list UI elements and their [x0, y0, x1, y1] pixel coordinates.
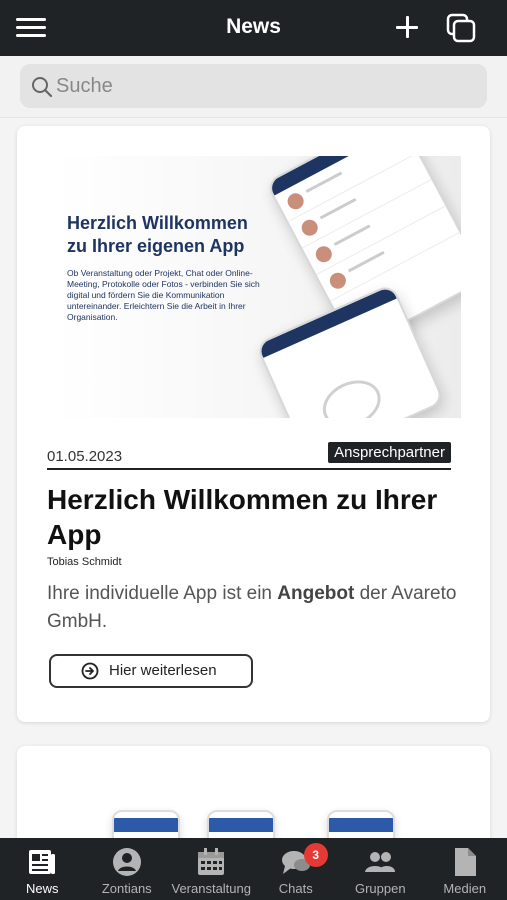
nav-label: Chats	[278, 881, 313, 896]
phone-mockup-image	[112, 810, 180, 838]
group-icon	[365, 852, 396, 872]
nav-item-veranstaltung[interactable]: Veranstaltung	[169, 838, 254, 900]
top-app-bar: News	[0, 0, 507, 56]
nav-item-gruppen[interactable]: Gruppen	[338, 838, 423, 900]
search-box[interactable]	[20, 64, 487, 108]
nav-label: News	[25, 881, 59, 896]
search-bar-area	[0, 56, 507, 118]
article-excerpt: Ihre individuelle App ist ein Angebot de…	[47, 583, 457, 632]
nav-item-medien[interactable]: Medien	[423, 838, 507, 900]
search-icon	[32, 77, 53, 98]
copy-icon[interactable]	[445, 12, 477, 44]
article-meta: 01.05.2023 Ansprechpartner	[47, 442, 451, 470]
category-tag: Ansprechpartner	[328, 442, 451, 463]
unread-badge: 3	[303, 843, 328, 867]
bottom-navigation: News Zontians Veranstaltung 3 Chats Grup…	[0, 838, 507, 900]
article-title: Herzlich Willkommen zu Ihrer App	[47, 484, 438, 550]
banner-text: Ob Veranstaltung oder Projekt, Chat oder…	[67, 268, 260, 322]
news-card[interactable]	[17, 746, 490, 838]
page-title: News	[226, 15, 281, 38]
phone-mockup-image	[327, 810, 395, 838]
article-author: Tobias Schmidt	[47, 556, 122, 568]
nav-label: Zontians	[101, 881, 152, 896]
nav-item-zontians[interactable]: Zontians	[85, 838, 170, 900]
article-banner-image: Herzlich Willkommen zu Ihrer eigenen App…	[53, 156, 461, 418]
person-icon	[112, 848, 141, 876]
add-icon[interactable]	[394, 14, 420, 40]
phone-mockup-image	[207, 810, 275, 838]
banner-heading: Herzlich Willkommen zu Ihrer eigenen App	[67, 213, 248, 256]
nav-label: Medien	[443, 881, 487, 896]
read-more-button[interactable]: Hier weiterlesen	[49, 654, 253, 688]
news-icon	[29, 850, 56, 874]
arrow-circle-right-icon	[81, 662, 99, 680]
nav-item-chats[interactable]: 3 Chats	[254, 838, 339, 900]
news-feed[interactable]: Herzlich Willkommen zu Ihrer eigenen App…	[0, 118, 507, 838]
nav-label: Veranstaltung	[171, 881, 251, 896]
article-date: 01.05.2023	[47, 448, 123, 465]
nav-item-news[interactable]: News	[0, 838, 85, 900]
calendar-icon	[198, 848, 225, 875]
news-card[interactable]: Herzlich Willkommen zu Ihrer eigenen App…	[17, 126, 490, 722]
document-icon	[454, 848, 476, 876]
search-input[interactable]	[56, 70, 476, 102]
read-more-label: Hier weiterlesen	[109, 662, 217, 679]
nav-label: Gruppen	[354, 881, 406, 896]
